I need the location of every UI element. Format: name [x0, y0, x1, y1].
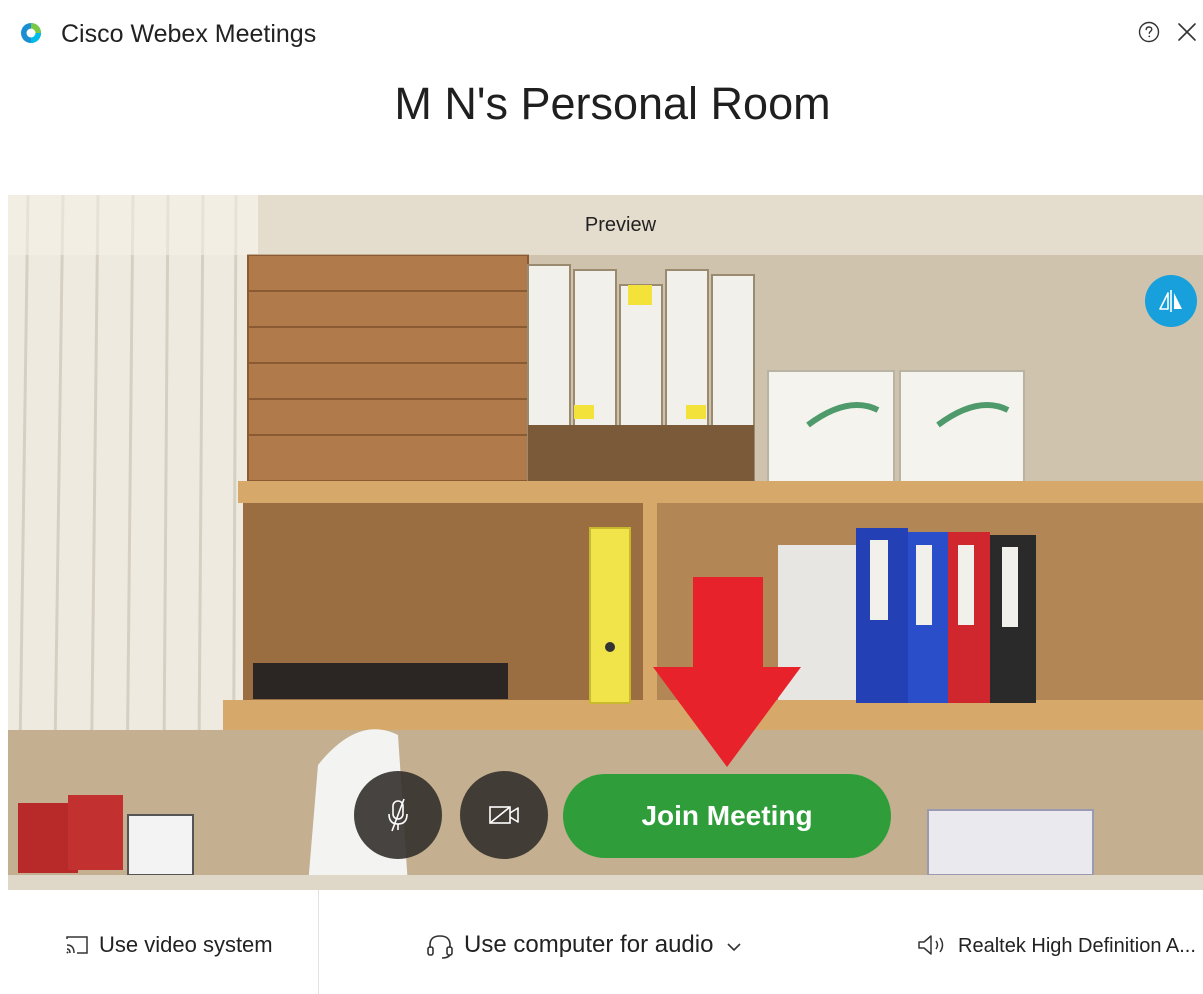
speaker-selector[interactable]: Realtek High Definition A...: [916, 930, 1201, 960]
bottom-bar: Use video system Use computer for audio …: [0, 890, 1203, 994]
speaker-label: Realtek High Definition A...: [958, 935, 1196, 957]
chevron-down-icon: [727, 943, 741, 952]
microphone-muted-icon: [388, 798, 408, 832]
camera-preview: Preview Join Meeting: [8, 195, 1203, 890]
close-icon: [1178, 23, 1196, 41]
app-title: Cisco Webex Meetings: [61, 20, 317, 48]
help-button[interactable]: [1137, 20, 1161, 44]
audio-option-label: Use computer for audio: [464, 931, 714, 958]
stop-video-button[interactable]: [460, 771, 548, 859]
close-button[interactable]: [1175, 20, 1199, 44]
mute-microphone-button[interactable]: [354, 771, 442, 859]
mirror-flip-icon: [1159, 290, 1182, 312]
video-camera-off-icon: [489, 806, 519, 824]
join-meeting-button[interactable]: Join Meeting: [563, 774, 891, 858]
cast-screen-icon: [66, 936, 88, 954]
bottom-divider: [318, 890, 319, 994]
room-title: M N's Personal Room: [394, 78, 831, 129]
help-circle-icon: [1138, 21, 1160, 43]
preview-label: Preview: [584, 214, 657, 236]
audio-connection-dropdown[interactable]: Use computer for audio: [426, 930, 741, 960]
mirror-video-button[interactable]: [1145, 275, 1197, 327]
use-video-system-button[interactable]: Use video system: [64, 930, 273, 960]
headset-icon: [427, 935, 453, 959]
speaker-icon: [918, 935, 944, 955]
red-down-arrow-annotation: [653, 577, 801, 767]
video-system-label: Use video system: [99, 932, 273, 957]
title-bar: Cisco Webex Meetings: [0, 0, 1203, 60]
webex-logo-icon: [21, 23, 41, 43]
